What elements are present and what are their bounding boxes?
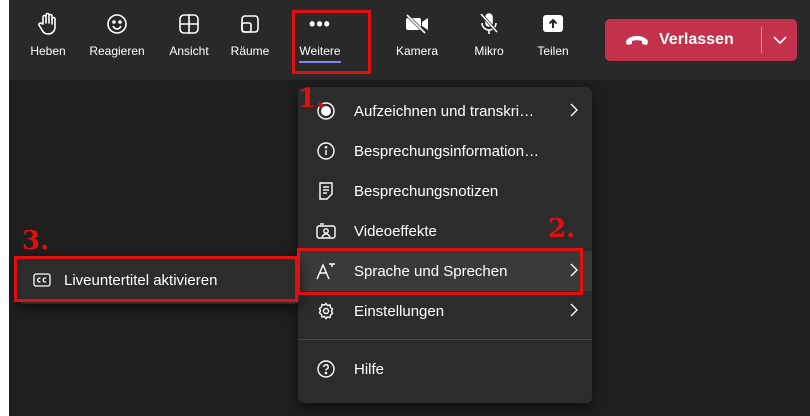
chevron-right-icon xyxy=(570,103,578,117)
menu-item-meeting-notes[interactable]: Besprechungsnotizen xyxy=(298,171,592,211)
share-label: Teilen xyxy=(537,44,569,58)
menu-item-record[interactable]: Aufzeichnen und transkri… xyxy=(298,91,592,131)
closed-captions-icon xyxy=(32,270,52,290)
info-icon xyxy=(316,141,336,161)
camera-button[interactable]: Kamera xyxy=(387,8,447,70)
leave-split-button: Verlassen xyxy=(605,19,797,61)
chevron-right-icon xyxy=(570,303,578,317)
microphone-label: Mikro xyxy=(474,44,504,58)
menu-item-label: Sprache und Sprechen xyxy=(354,262,508,280)
annotation-step-1: 1. xyxy=(298,84,326,114)
camera-off-icon xyxy=(404,8,430,40)
raise-hand-icon xyxy=(37,8,59,40)
menu-item-label: Besprechungsinformation… xyxy=(354,142,540,160)
settings-gear-icon xyxy=(316,301,336,321)
view-label: Ansicht xyxy=(169,44,209,58)
language-icon xyxy=(316,261,336,281)
menu-item-label: Aufzeichnen und transkri… xyxy=(354,102,535,120)
menu-item-help[interactable]: Hilfe xyxy=(298,349,592,389)
menu-item-settings[interactable]: Einstellungen xyxy=(298,291,592,331)
chevron-right-icon xyxy=(570,263,578,277)
react-label: Reagieren xyxy=(89,44,145,58)
annotation-step-3: 3. xyxy=(22,226,50,256)
emoji-icon xyxy=(106,8,128,40)
leave-label: Verlassen xyxy=(659,31,734,48)
more-dots-glyph: ••• xyxy=(309,14,331,34)
video-effects-icon xyxy=(316,221,336,241)
leave-button[interactable]: Verlassen xyxy=(605,19,761,61)
hang-up-icon xyxy=(625,34,649,46)
menu-item-label: Besprechungsnotizen xyxy=(354,182,499,200)
help-icon xyxy=(316,359,336,379)
annotation-step-2: 2. xyxy=(548,214,576,244)
more-label: Weitere xyxy=(299,44,340,63)
menu-item-label: Einstellungen xyxy=(354,302,445,320)
mic-off-icon xyxy=(478,8,500,40)
react-button[interactable]: Reagieren xyxy=(82,8,152,70)
share-icon xyxy=(542,8,564,40)
language-submenu: Liveuntertitel aktivieren xyxy=(18,256,300,304)
breakout-rooms-label: Räume xyxy=(230,44,270,58)
chevron-down-icon xyxy=(772,36,787,44)
menu-item-label: Hilfe xyxy=(354,360,385,378)
meeting-stage: Heben Reagieren Ansicht Räume ••• Weiter… xyxy=(9,0,810,416)
raise-hand-button[interactable]: Heben xyxy=(18,8,78,70)
notes-icon xyxy=(316,181,336,201)
camera-label: Kamera xyxy=(395,44,439,58)
view-button[interactable]: Ansicht xyxy=(159,8,219,70)
grid-view-icon xyxy=(178,8,200,40)
menu-divider xyxy=(298,339,592,340)
more-options-menu: Aufzeichnen und transkri… Besprechungsin… xyxy=(298,87,592,403)
more-dots-icon: ••• xyxy=(309,8,331,40)
share-button[interactable]: Teilen xyxy=(523,8,583,70)
menu-item-label: Liveuntertitel aktivieren xyxy=(64,271,218,289)
leave-options-button[interactable] xyxy=(762,36,797,44)
breakout-rooms-icon xyxy=(239,8,261,40)
menu-item-label: Videoeffekte xyxy=(354,222,437,240)
menu-item-language-speech[interactable]: Sprache und Sprechen xyxy=(298,251,592,291)
raise-hand-label: Heben xyxy=(30,44,66,58)
menu-item-live-captions[interactable]: Liveuntertitel aktivieren xyxy=(18,256,300,304)
more-button[interactable]: ••• Weitere xyxy=(290,8,350,70)
meeting-toolbar: Heben Reagieren Ansicht Räume ••• Weiter… xyxy=(9,0,810,80)
menu-item-meeting-info[interactable]: Besprechungsinformation… xyxy=(298,131,592,171)
breakout-rooms-button[interactable]: Räume xyxy=(220,8,280,70)
microphone-button[interactable]: Mikro xyxy=(459,8,519,70)
